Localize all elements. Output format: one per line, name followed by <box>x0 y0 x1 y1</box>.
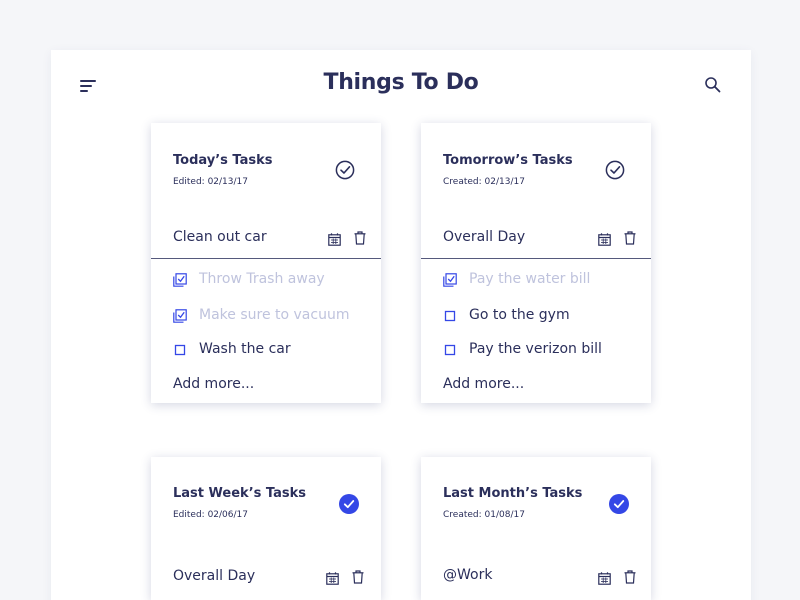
checkbox-icon[interactable] <box>173 342 187 356</box>
divider <box>421 258 651 259</box>
trash-icon[interactable] <box>624 569 636 584</box>
calendar-icon[interactable] <box>598 231 611 246</box>
task-subject: @Work <box>443 567 493 583</box>
calendar-icon[interactable] <box>326 570 339 585</box>
card-title: Last Month’s Tasks <box>443 486 583 501</box>
task-card-today: Today’s Tasks Edited: 02/13/17 Clean out… <box>151 123 381 403</box>
list-item: Throw Trash away <box>173 270 373 290</box>
task-text: Go to the gym <box>469 307 570 323</box>
check-circle-icon[interactable] <box>335 160 355 180</box>
task-subject: Overall Day <box>173 568 256 584</box>
search-icon[interactable] <box>704 76 722 94</box>
list-item: Make sure to vacuum <box>173 306 373 326</box>
task-text: Wash the car <box>199 341 291 357</box>
checked-checkbox-icon[interactable] <box>173 308 187 323</box>
checked-checkbox-icon[interactable] <box>443 272 457 287</box>
divider <box>151 258 381 259</box>
page-title: Things To Do <box>323 70 479 95</box>
card-title: Last Week’s Tasks <box>173 486 306 501</box>
check-circle-filled-icon[interactable] <box>339 494 359 514</box>
task-text: Pay the verizon bill <box>469 341 602 357</box>
check-circle-icon[interactable] <box>605 160 625 180</box>
task-text: Throw Trash away <box>199 271 325 287</box>
task-card-tomorrow: Tomorrow’s Tasks Created: 02/13/17 Overa… <box>421 123 651 403</box>
add-more-button[interactable]: Add more... <box>173 376 254 392</box>
list-item: Wash the car <box>173 340 373 360</box>
calendar-icon[interactable] <box>328 231 341 246</box>
trash-icon[interactable] <box>352 569 364 584</box>
task-text: Pay the water bill <box>469 271 591 287</box>
list-item: Pay the water bill <box>443 270 643 290</box>
task-card-last-month: Last Month’s Tasks Created: 01/08/17 @Wo… <box>421 457 651 600</box>
list-item: Pay the verizon bill <box>443 340 643 360</box>
task-subject: Overall Day <box>443 229 526 245</box>
add-more-button[interactable]: Add more... <box>443 376 524 392</box>
task-subject: Clean out car <box>173 229 267 245</box>
card-title: Tomorrow’s Tasks <box>443 153 573 168</box>
checkbox-icon[interactable] <box>443 342 457 356</box>
card-date: Edited: 02/13/17 <box>173 177 248 187</box>
trash-icon[interactable] <box>354 230 366 245</box>
checkbox-icon[interactable] <box>443 308 457 322</box>
card-date: Created: 01/08/17 <box>443 510 525 520</box>
calendar-icon[interactable] <box>598 570 611 585</box>
list-item: Go to the gym <box>443 306 643 326</box>
card-date: Edited: 02/06/17 <box>173 510 248 520</box>
card-date: Created: 02/13/17 <box>443 177 525 187</box>
task-text: Make sure to vacuum <box>199 307 350 323</box>
task-card-last-week: Last Week’s Tasks Edited: 02/06/17 Overa… <box>151 457 381 600</box>
card-title: Today’s Tasks <box>173 153 273 168</box>
trash-icon[interactable] <box>624 230 636 245</box>
check-circle-filled-icon[interactable] <box>609 494 629 514</box>
checked-checkbox-icon[interactable] <box>173 272 187 287</box>
